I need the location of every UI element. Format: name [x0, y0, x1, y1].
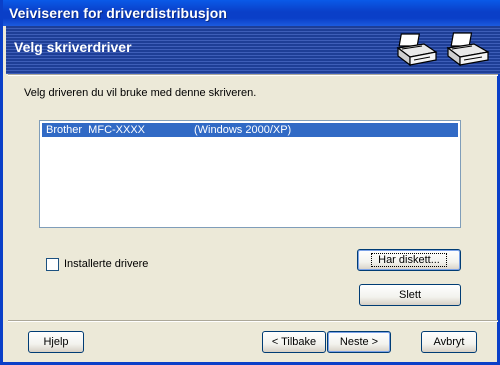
cancel-button[interactable]: Avbryt: [421, 331, 477, 353]
have-disk-button[interactable]: Har diskett...: [357, 249, 461, 271]
header-divider: [8, 74, 498, 76]
window-title: Veiviseren for driverdistribusjon: [9, 5, 228, 21]
footer-divider: [8, 320, 498, 322]
wizard-header-banner: Velg skriverdriver: [6, 26, 500, 74]
list-item[interactable]: Brother MFC-XXXX (Windows 2000/XP): [42, 123, 458, 137]
delete-button[interactable]: Slett: [359, 284, 461, 306]
back-button[interactable]: < Tilbake: [262, 331, 326, 353]
driver-name: Brother MFC-XXXX: [46, 124, 146, 136]
installed-drivers-checkbox[interactable]: [46, 258, 59, 271]
title-bar: Veiviseren for driverdistribusjon: [3, 0, 500, 26]
wizard-window: Veiviseren for driverdistribusjon Velg s…: [0, 0, 500, 365]
installed-drivers-label: Installerte drivere: [64, 258, 149, 270]
driver-os: (Windows 2000/XP): [194, 124, 292, 136]
instruction-text: Velg driveren du vil bruke med denne skr…: [24, 87, 257, 99]
driver-listbox[interactable]: Brother MFC-XXXX (Windows 2000/XP): [39, 120, 461, 228]
header-icons: [394, 30, 490, 70]
printer-icon: [446, 32, 490, 67]
next-button[interactable]: Neste >: [327, 331, 391, 353]
printer-icon: [396, 33, 438, 67]
page-title: Velg skriverdriver: [14, 39, 132, 55]
help-button[interactable]: Hjelp: [28, 331, 84, 353]
